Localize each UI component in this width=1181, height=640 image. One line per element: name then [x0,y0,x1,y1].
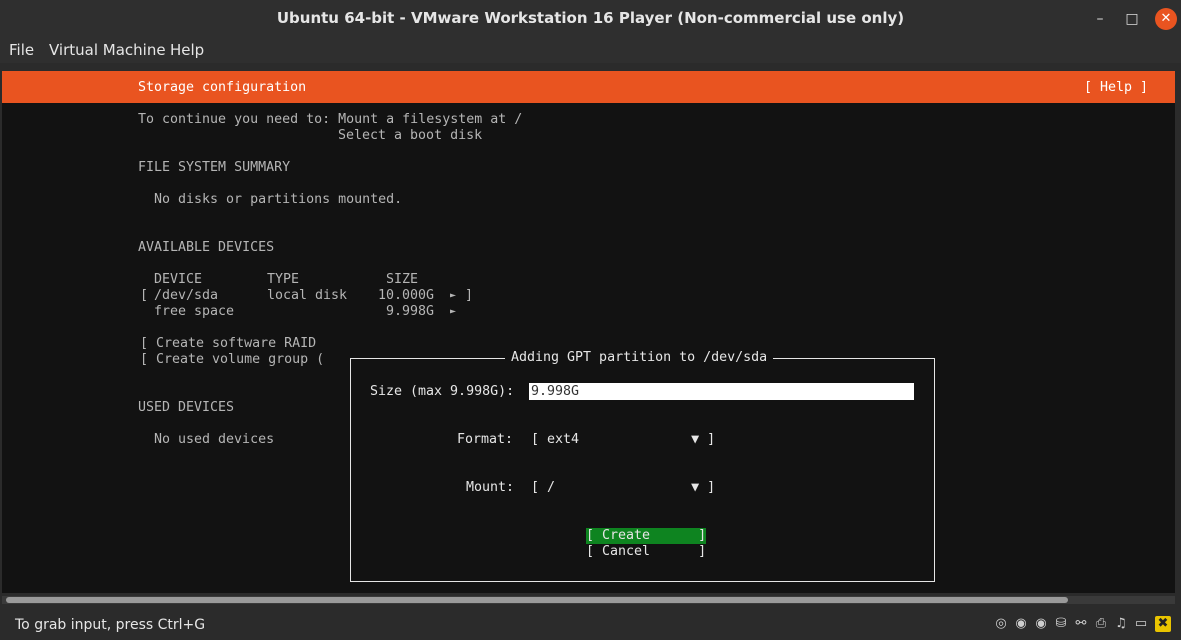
header-help-button[interactable]: [ Help ] [1084,80,1148,96]
device-sda-type: local disk [267,288,348,303]
storage-icon[interactable]: ⛁ [1053,616,1069,632]
mount-label: Mount: [466,480,515,495]
free-space-arrow-icon[interactable]: ► [450,304,456,320]
continue-line-2: Select a boot disk [338,128,483,143]
fs-summary-heading: FILE SYSTEM SUMMARY [138,160,291,175]
size-label: Size (max 9.998G): [370,384,515,399]
usb-disconnect-icon[interactable]: ✖ [1155,616,1171,632]
close-icon[interactable]: ✕ [1155,8,1177,30]
menu-file[interactable]: File [9,41,34,59]
maximize-icon[interactable]: □ [1121,8,1143,30]
cancel-button[interactable]: [ Cancel ] [586,544,706,560]
minimize-icon[interactable]: – [1089,8,1111,30]
menu-virtual-machine[interactable]: Virtual Machine [49,41,166,59]
available-devices-heading: AVAILABLE DEVICES [138,240,275,255]
used-devices-heading: USED DEVICES [138,400,235,415]
cd-drive-icon[interactable]: ◉ [1013,616,1029,632]
mount-select[interactable]: [ / ▼ ] [531,480,715,496]
dialog-title: Adding GPT partition to /dev/sda [505,350,774,366]
format-label: Format: [457,432,514,447]
status-text: To grab input, press Ctrl+G [15,617,206,633]
used-devices-text: No used devices [154,432,275,447]
create-button[interactable]: [ Create ] [586,528,707,544]
display-icon[interactable]: ▭ [1133,616,1149,632]
free-space-name[interactable]: free space [154,304,234,320]
menubar: File Virtual Machine Help [0,37,1181,63]
device-row-close: ] [465,288,474,303]
device-sda-name[interactable]: /dev/sda [154,288,218,304]
create-raid-button[interactable]: [ Create software RAID [140,336,316,352]
statusbar: To grab input, press Ctrl+G ◎ ◉ ◉ ⛁ ⚯ ⎙ … [0,608,1181,640]
continue-line-1: To continue you need to: Mount a filesys… [138,112,523,127]
horizontal-scrollbar[interactable] [2,596,1175,604]
vm-screen[interactable]: Storage configuration [ Help ] To contin… [2,71,1175,593]
column-type: TYPE [267,272,300,287]
free-space-size: 9.998G [386,304,435,319]
window-title: Ubuntu 64-bit - VMware Workstation 16 Pl… [276,9,905,27]
window-titlebar: Ubuntu 64-bit - VMware Workstation 16 Pl… [0,0,1181,37]
fs-summary-text: No disks or partitions mounted. [154,192,403,207]
network-icon[interactable]: ⚯ [1073,616,1089,632]
printer-icon[interactable]: ⎙ [1093,616,1109,632]
hard-disk-icon[interactable]: ◎ [993,616,1009,632]
scrollbar-thumb[interactable] [6,597,1068,603]
installer-header: Storage configuration [ Help ] [2,71,1175,103]
partition-dialog: Adding GPT partition to /dev/sda Size (m… [350,350,935,582]
create-volume-group-button[interactable]: [ Create volume group ( [140,352,324,368]
column-size: SIZE [386,272,419,287]
size-input[interactable]: 9.998G [529,383,914,400]
device-row-bracket[interactable]: [ [140,288,148,304]
sound-icon[interactable]: ♫ [1113,616,1129,632]
menu-help[interactable]: Help [170,41,204,59]
device-sda-arrow-icon[interactable]: ► [450,288,456,304]
column-device: DEVICE [154,272,203,287]
floppy-disc-icon[interactable]: ◉ [1033,616,1049,632]
device-sda-size: 10.000G [378,288,435,303]
header-title: Storage configuration [138,80,307,95]
format-select[interactable]: [ ext4 ▼ ] [531,432,715,448]
